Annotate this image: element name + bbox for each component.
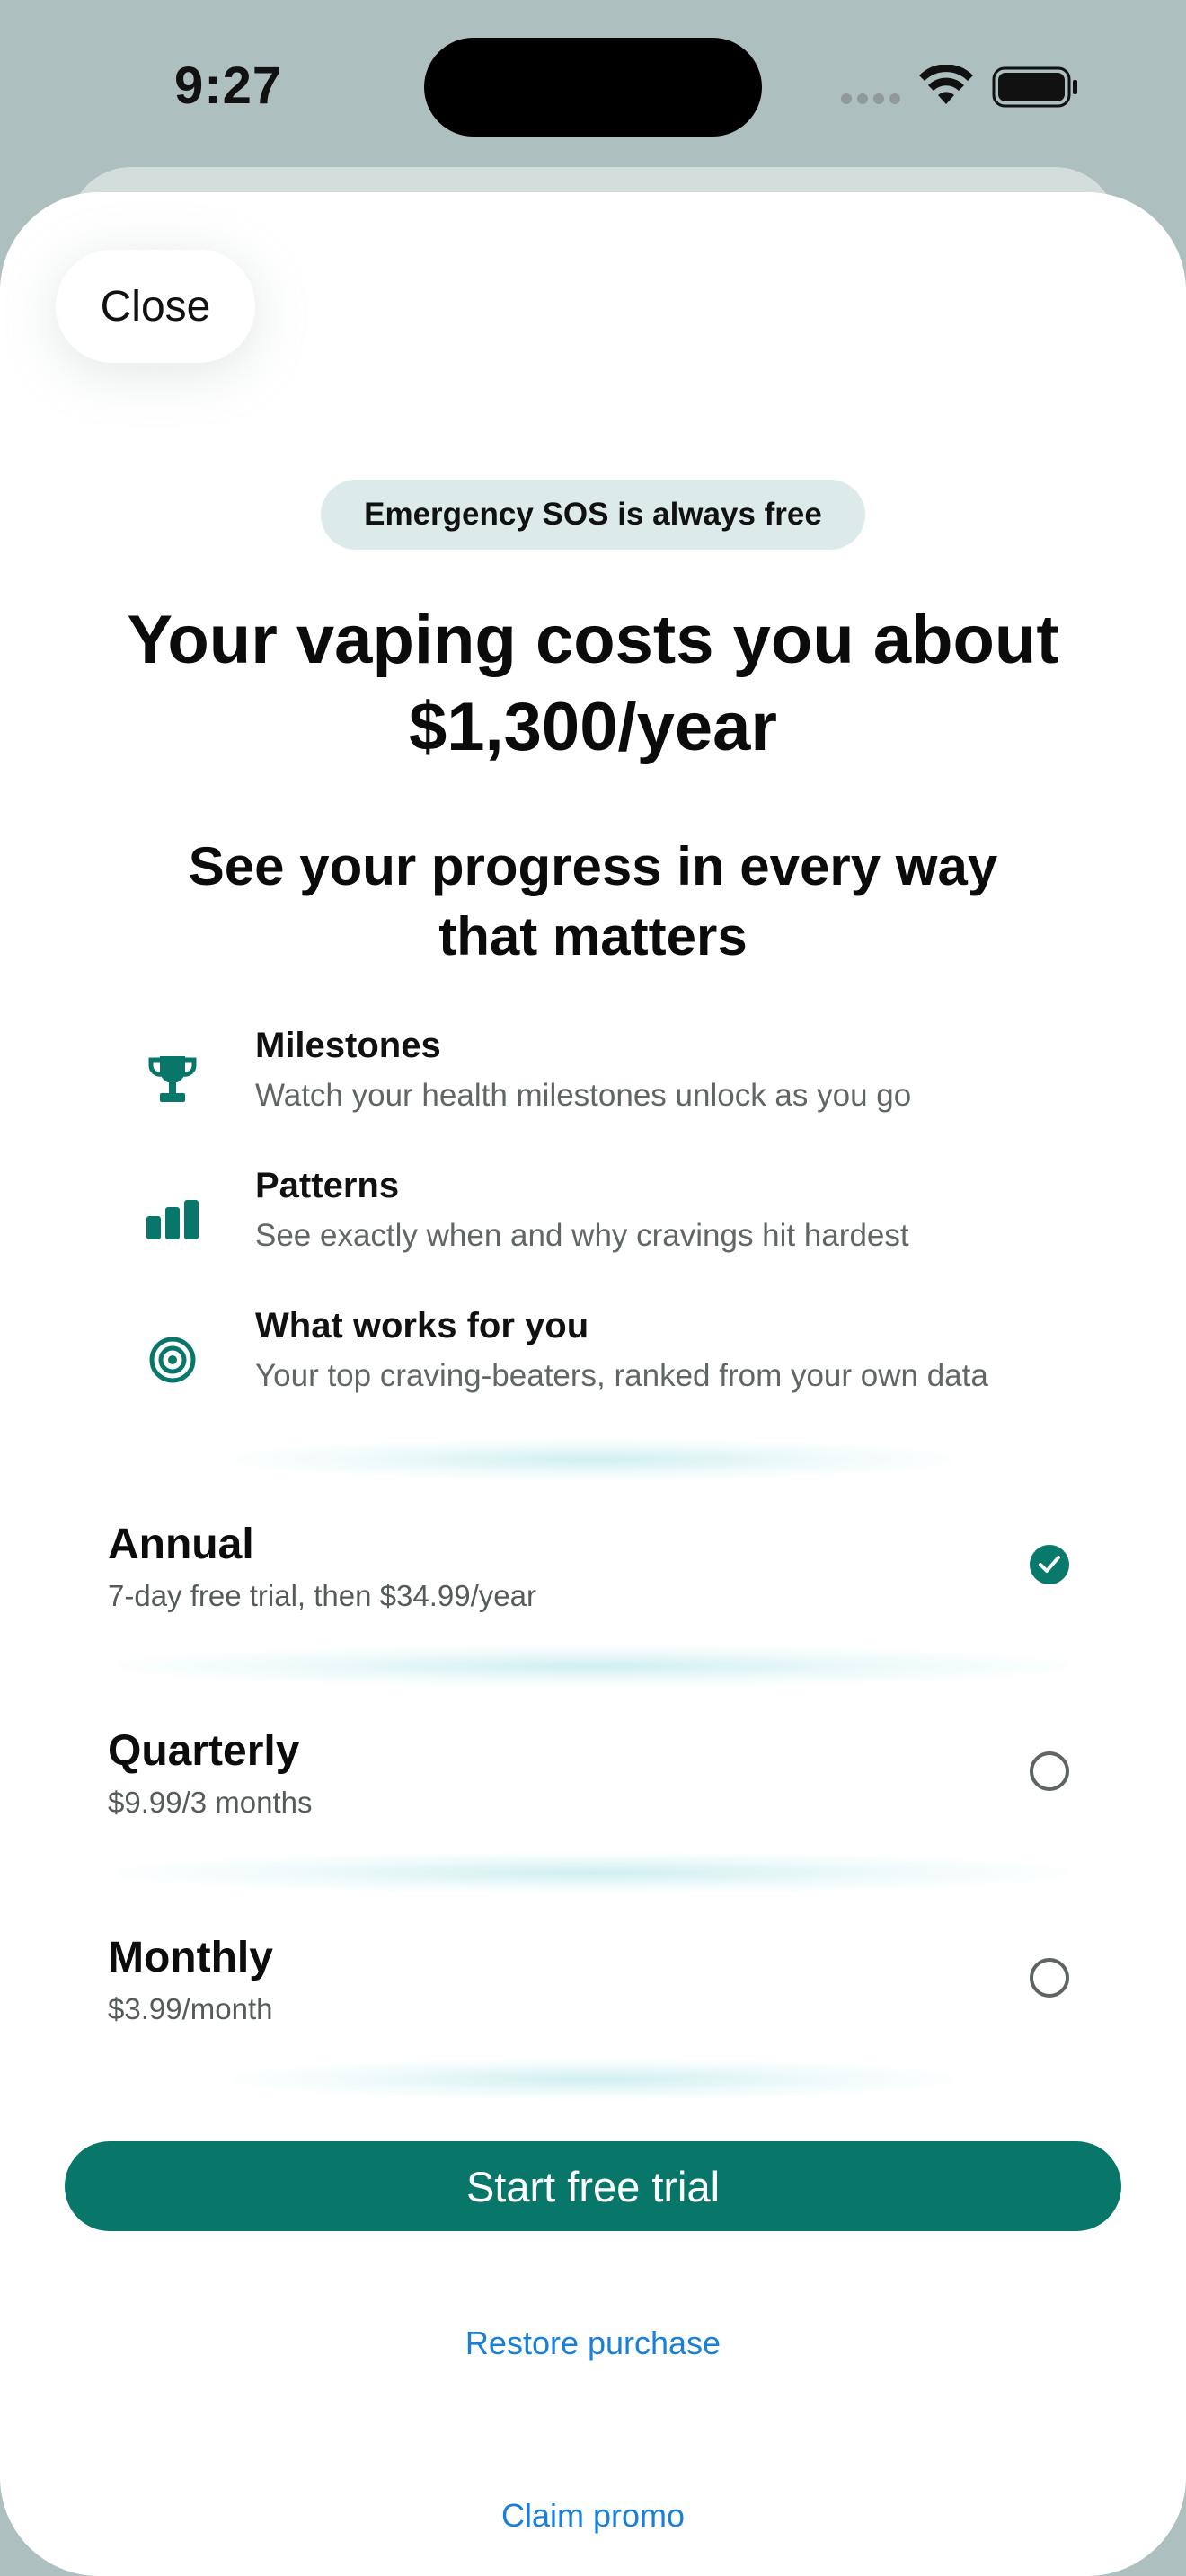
- restore-purchase-link[interactable]: Restore purchase: [0, 2325, 1186, 2362]
- feature-description: See exactly when and why cravings hit ha…: [255, 1218, 909, 1253]
- decorative-glow: [234, 2059, 952, 2100]
- plan-name: Quarterly: [108, 1727, 300, 1775]
- claim-promo-link[interactable]: Claim promo: [0, 2497, 1186, 2535]
- plan-option-quarterly[interactable]: Quarterly $9.99/3 months: [54, 1707, 1132, 1850]
- plan-option-annual[interactable]: Annual 7-day free trial, then $34.99/yea…: [54, 1500, 1132, 1644]
- checkmark-icon[interactable]: [1030, 1545, 1069, 1584]
- feature-description: Your top craving-beaters, ranked from yo…: [255, 1358, 988, 1393]
- bar-chart-icon: [135, 1182, 210, 1257]
- trophy-icon: [135, 1042, 210, 1117]
- start-free-trial-button[interactable]: Start free trial: [65, 2141, 1121, 2231]
- plan-name: Monthly: [108, 1934, 273, 1981]
- feature-patterns: Patterns See exactly when and why cravin…: [135, 1166, 1123, 1274]
- feature-what-works: What works for you Your top craving-beat…: [135, 1306, 1123, 1414]
- status-bar: 9:27: [0, 0, 1186, 180]
- plan-price: $3.99/month: [108, 1992, 273, 2025]
- feature-title: Milestones: [255, 1026, 441, 1065]
- target-icon: [135, 1322, 210, 1398]
- dynamic-island: [424, 38, 762, 137]
- paywall-sheet: Close Emergency SOS is always free Your …: [0, 192, 1186, 2576]
- emergency-sos-badge: Emergency SOS is always free: [321, 480, 865, 550]
- wifi-icon: [919, 65, 973, 104]
- feature-description: Watch your health milestones unlock as y…: [255, 1078, 912, 1113]
- page-title: Your vaping costs you about $1,300/year: [54, 596, 1132, 771]
- battery-icon: [992, 66, 1077, 108]
- cellular-signal-icon: [841, 93, 902, 106]
- plan-option-monthly[interactable]: Monthly $3.99/month: [54, 1913, 1132, 2057]
- subheadline-line-2: that matters: [438, 906, 748, 966]
- radio-unselected-icon[interactable]: [1030, 1751, 1069, 1791]
- feature-title: Patterns: [255, 1166, 400, 1205]
- subheadline-line-1: See your progress in every way: [188, 836, 998, 896]
- feature-milestones: Milestones Watch your health milestones …: [135, 1026, 1123, 1134]
- plan-price: 7-day free trial, then $34.99/year: [108, 1579, 536, 1612]
- radio-unselected-icon[interactable]: [1030, 1958, 1069, 1998]
- close-button[interactable]: Close: [56, 250, 255, 363]
- plan-divider: [117, 1645, 1069, 1687]
- plan-name: Annual: [108, 1521, 254, 1568]
- subheadline: See your progress in every way that matt…: [90, 832, 1096, 972]
- feature-title: What works for you: [255, 1306, 589, 1345]
- headline-line-1: Your vaping costs you about: [127, 602, 1059, 678]
- plan-price: $9.99/3 months: [108, 1786, 313, 1819]
- decorative-glow: [234, 1439, 952, 1480]
- status-time: 9:27: [174, 57, 283, 115]
- plan-divider: [117, 1852, 1069, 1893]
- headline-line-2: $1,300/year: [409, 689, 777, 765]
